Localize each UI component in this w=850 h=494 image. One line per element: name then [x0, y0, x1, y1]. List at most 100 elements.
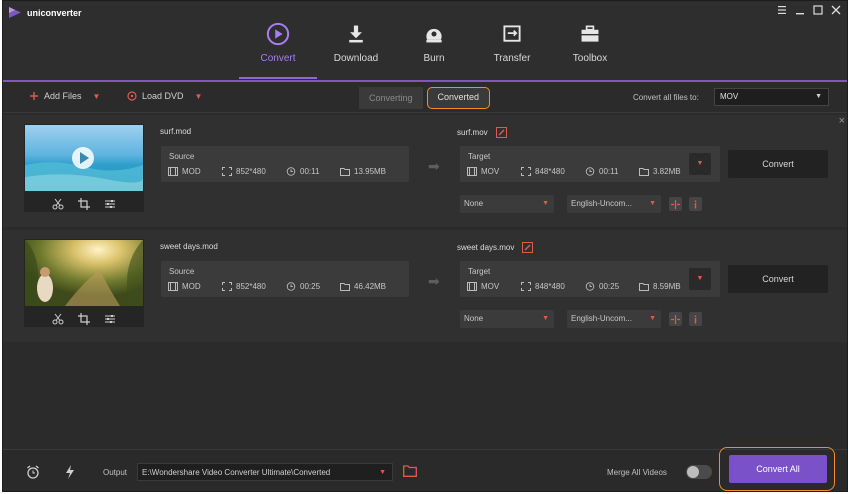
trim-icon[interactable] — [52, 198, 64, 210]
size-cell: 3.82MB — [639, 167, 681, 176]
edit-icon[interactable] — [495, 127, 507, 138]
tab-converting[interactable]: Converting — [359, 87, 423, 109]
target-filename: sweet days.mov — [457, 243, 515, 252]
transfer-icon — [499, 21, 525, 47]
trim-icon[interactable] — [52, 313, 64, 325]
toggle-knob — [687, 466, 699, 478]
output-format-select[interactable]: MOV ▼ — [714, 88, 829, 106]
open-folder-icon[interactable] — [403, 465, 417, 477]
subtitle-select[interactable]: None ▼ — [460, 310, 554, 328]
info-button[interactable] — [689, 197, 702, 211]
file-item: × surf.mod Source MOD 852*480 00:11 13.9… — [3, 115, 847, 227]
size-cell: 13.95MB — [340, 167, 386, 176]
minimize-icon[interactable] — [795, 5, 805, 15]
add-subtitle-button[interactable] — [669, 312, 682, 326]
lightning-icon[interactable] — [63, 465, 77, 479]
target-format-dropdown[interactable]: ▼ — [689, 153, 711, 175]
source-filename: sweet days.mod — [160, 242, 218, 251]
crop-icon[interactable] — [78, 313, 90, 325]
tab-convert[interactable]: Convert — [239, 21, 317, 79]
resolution-cell: 848*480 — [521, 167, 585, 176]
target-duration: 00:25 — [599, 282, 620, 291]
tab-convert-label: Convert — [260, 53, 296, 64]
close-icon[interactable]: × — [839, 115, 845, 127]
output-path-value: E:\Wondershare Video Converter Ultimate\… — [142, 468, 331, 477]
download-icon — [343, 21, 369, 47]
crop-icon[interactable] — [78, 198, 90, 210]
convert-button[interactable]: Convert — [728, 265, 828, 293]
target-size: 3.82MB — [653, 167, 681, 176]
format-cell: MOV — [467, 282, 521, 291]
chevron-down-icon[interactable]: ▼ — [93, 92, 101, 101]
info-icon — [694, 200, 697, 208]
tab-burn[interactable]: Burn — [395, 21, 473, 79]
target-duration: 00:11 — [599, 167, 619, 176]
load-dvd-button[interactable]: Load DVD ▼ — [127, 91, 202, 101]
duration-cell: 00:11 — [585, 167, 639, 176]
add-subtitle-button[interactable] — [669, 197, 682, 211]
film-icon — [467, 167, 477, 176]
video-thumbnail[interactable] — [24, 239, 144, 327]
target-details: MOV 848*480 00:25 8.59MB — [467, 282, 681, 291]
effects-icon[interactable] — [104, 313, 116, 325]
thumbnail-image — [25, 125, 144, 191]
target-format: MOV — [481, 167, 500, 176]
tab-transfer[interactable]: Transfer — [473, 21, 551, 79]
target-header: Target — [468, 267, 491, 276]
audio-select[interactable]: English-Uncom... ▼ — [567, 310, 661, 328]
top-bar: uniconverter Convert Download Burn Trans… — [3, 1, 847, 82]
alarm-clock-icon[interactable] — [26, 465, 40, 479]
folder-icon — [639, 168, 649, 176]
maximize-icon[interactable] — [813, 5, 823, 15]
target-filename: surf.mov — [457, 128, 488, 137]
effects-icon[interactable] — [104, 198, 116, 210]
footer-bar: Output E:\Wondershare Video Converter Ul… — [3, 447, 847, 491]
output-path-select[interactable]: E:\Wondershare Video Converter Ultimate\… — [137, 463, 393, 481]
merge-all-label: Merge All Videos — [607, 468, 667, 477]
tab-toolbox[interactable]: Toolbox — [551, 21, 629, 79]
toolbox-icon — [577, 21, 603, 47]
split-icon — [671, 199, 680, 209]
arrow-right-icon: ➡ — [428, 158, 440, 174]
tab-download-label: Download — [333, 53, 379, 64]
close-icon[interactable] — [831, 5, 841, 15]
target-size: 8.59MB — [653, 282, 681, 291]
source-resolution: 852*480 — [236, 167, 266, 176]
subtitle-value: None — [464, 199, 484, 208]
target-format: MOV — [481, 282, 500, 291]
output-format-value: MOV — [720, 92, 739, 101]
main-nav: Convert Download Burn Transfer Toolbox — [239, 21, 629, 79]
size-cell: 8.59MB — [639, 282, 681, 291]
split-icon — [671, 314, 680, 324]
target-info-panel[interactable]: Target MOV 848*480 00:11 3.82MB — [460, 146, 720, 182]
target-format-dropdown[interactable]: ▼ — [689, 268, 711, 290]
target-info-panel[interactable]: Target MOV 848*480 00:25 8.59MB — [460, 261, 720, 297]
tab-download[interactable]: Download — [317, 21, 395, 79]
target-details: MOV 848*480 00:11 3.82MB — [467, 167, 681, 176]
arrow-right-icon: ➡ — [428, 273, 440, 289]
tab-converted[interactable]: Converted — [426, 87, 491, 109]
tab-transfer-label: Transfer — [493, 53, 531, 64]
subtitle-select[interactable]: None ▼ — [460, 195, 554, 213]
add-files-button[interactable]: Add Files ▼ — [29, 91, 100, 101]
info-button[interactable] — [689, 312, 702, 326]
chevron-down-icon[interactable]: ▼ — [195, 92, 203, 101]
folder-icon — [639, 283, 649, 291]
app-window: uniconverter Convert Download Burn Trans… — [2, 0, 848, 492]
dvd-icon — [127, 91, 137, 101]
video-thumbnail[interactable] — [24, 124, 144, 212]
audio-select[interactable]: English-Uncom... ▼ — [567, 195, 661, 213]
format-cell: MOD — [168, 282, 222, 291]
source-size: 13.95MB — [354, 167, 387, 176]
film-icon — [168, 167, 178, 176]
toolbar: Add Files ▼ Load DVD ▼ Converting Conver… — [3, 83, 847, 113]
edit-tools — [24, 198, 144, 210]
app-logo: uniconverter — [9, 7, 82, 18]
edit-icon[interactable] — [522, 242, 534, 253]
add-files-label: Add Files — [44, 91, 82, 101]
merge-all-toggle[interactable] — [686, 465, 712, 479]
convert-button[interactable]: Convert — [728, 150, 828, 178]
convert-all-button[interactable]: Convert All — [729, 455, 827, 483]
format-cell: MOV — [467, 167, 521, 176]
menu-icon[interactable] — [777, 5, 787, 15]
